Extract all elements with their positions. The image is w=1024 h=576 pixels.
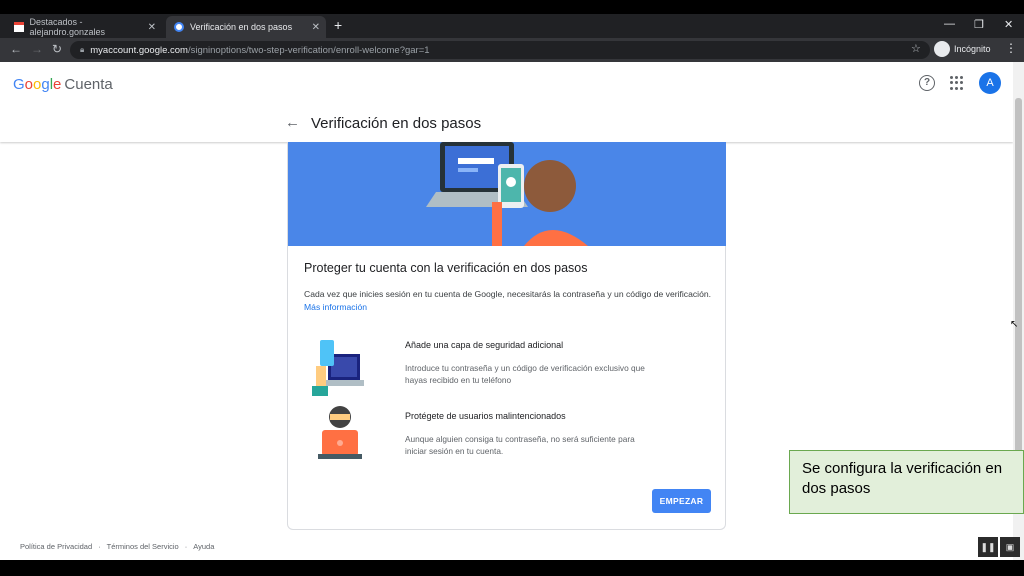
reload-icon[interactable]: ↻ [52, 42, 62, 56]
gmail-icon [14, 22, 24, 32]
picture-in-picture-icon[interactable]: ▣ [1000, 537, 1020, 557]
back-icon[interactable]: ← [10, 42, 22, 56]
help-link[interactable]: Ayuda [193, 542, 214, 551]
browser-menu-icon[interactable]: ⋮ [1005, 41, 1017, 55]
close-window-icon[interactable]: ✕ [1004, 18, 1013, 31]
mouse-cursor-icon: ↖ [1010, 319, 1019, 330]
tab-title: Verificación en dos pasos [190, 22, 293, 32]
privacy-link[interactable]: Política de Privacidad [20, 542, 92, 551]
avatar[interactable]: A [979, 72, 1001, 94]
minimize-icon[interactable]: — [944, 18, 955, 30]
incognito-label: Incógnito [954, 44, 991, 54]
screen: Destacados - alejandro.gonzales ✕ Verifi… [0, 0, 1024, 576]
tab-title: Destacados - alejandro.gonzales [29, 17, 106, 37]
hacker-illustration [310, 404, 364, 460]
close-tab-icon[interactable]: ✕ [148, 22, 156, 33]
maximize-icon[interactable]: ❐ [974, 18, 984, 31]
security-layer-illustration [310, 340, 364, 396]
hero-illustration [288, 142, 726, 246]
incognito-icon [934, 41, 950, 57]
tab-gmail[interactable]: Destacados - alejandro.gonzales ✕ [6, 16, 162, 38]
enroll-card: Proteger tu cuenta con la verificación e… [287, 142, 726, 530]
tab-verificacion[interactable]: Verificación en dos pasos ✕ [166, 16, 326, 38]
logo-product: Cuenta [64, 76, 113, 93]
scrollbar-thumb[interactable] [1015, 98, 1022, 498]
footer: Política de Privacidad · Términos del Se… [20, 542, 215, 551]
toolbar: ← → ↻ 🔒︎ myaccount.google.com /signinopt… [0, 38, 1024, 62]
google-icon [174, 22, 184, 32]
account-header: Google Cuenta ? A ← Verificación en dos p… [0, 62, 1013, 142]
start-button[interactable]: EMPEZAR [652, 489, 711, 513]
address-bar[interactable]: 🔒︎ myaccount.google.com /signinoptions/t… [70, 41, 930, 59]
card-description: Cada vez que inicies sesión en tu cuenta… [304, 289, 712, 312]
new-tab-button[interactable]: + [334, 17, 342, 33]
close-tab-icon[interactable]: ✕ [312, 22, 320, 33]
pause-icon[interactable]: ❚❚ [978, 537, 998, 557]
feature-title: Añade una capa de seguridad adicional [405, 340, 564, 350]
video-caption: Se configura la verificación en dos paso… [789, 450, 1024, 514]
video-controls: ❚❚ ▣ [978, 537, 1020, 557]
forward-icon[interactable]: → [31, 42, 43, 56]
more-info-link[interactable]: Más información [304, 302, 367, 312]
lock-icon: 🔒︎ [80, 45, 85, 54]
feature-description: Introduce tu contraseña y un código de v… [405, 363, 645, 385]
apps-grid-icon[interactable] [950, 76, 964, 90]
bookmark-star-icon[interactable]: ☆ [911, 42, 921, 55]
url-path: /signinoptions/two-step-verification/enr… [187, 44, 430, 56]
terms-link[interactable]: Términos del Servicio [107, 542, 179, 551]
back-arrow-icon[interactable]: ← [285, 114, 300, 131]
help-icon[interactable]: ? [919, 75, 935, 91]
tab-strip: Destacados - alejandro.gonzales ✕ Verifi… [0, 14, 1024, 38]
url-host: myaccount.google.com [90, 44, 188, 56]
card-title: Proteger tu cuenta con la verificación e… [304, 261, 588, 275]
page-title: Verificación en dos pasos [311, 115, 482, 132]
google-account-logo[interactable]: Google Cuenta [13, 76, 113, 93]
feature-title: Protégete de usuarios malintencionados [405, 411, 566, 421]
feature-description: Aunque alguien consiga tu contraseña, no… [405, 434, 635, 456]
incognito-indicator[interactable]: Incógnito [934, 41, 991, 57]
